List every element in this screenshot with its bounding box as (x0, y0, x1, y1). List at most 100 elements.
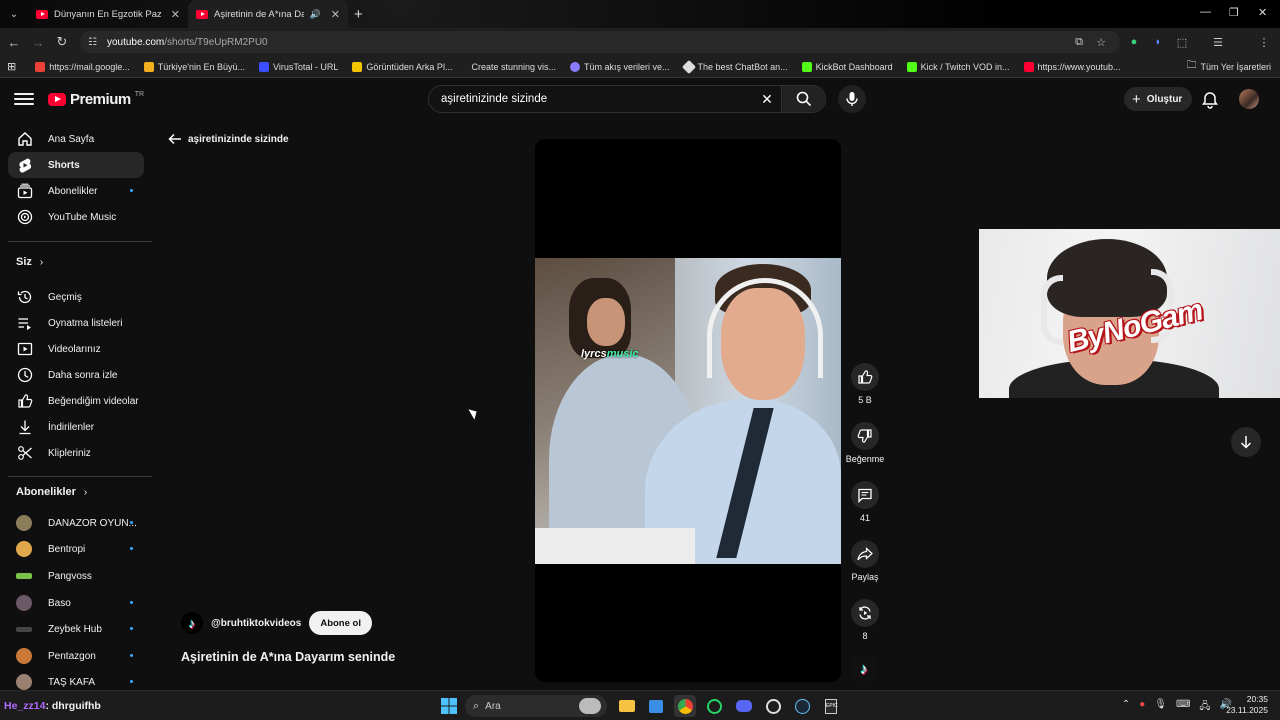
extension-icon[interactable]: ◗ (1150, 34, 1166, 50)
url-host: youtube.com (106, 36, 165, 48)
steam-icon[interactable] (791, 695, 813, 717)
tab-search-dropdown[interactable]: ⌄ (0, 9, 28, 20)
close-window-button[interactable]: ✕ (1258, 6, 1267, 19)
store-icon[interactable] (645, 695, 667, 717)
channel-avatar (16, 515, 32, 531)
tray-app-icon[interactable]: ● (1139, 699, 1145, 716)
create-button[interactable]: + Oluştur (1124, 87, 1193, 111)
voice-search-button[interactable] (838, 85, 866, 113)
whatsapp-icon[interactable] (703, 695, 725, 717)
new-tab-button[interactable]: + (354, 6, 363, 23)
subscription-channel[interactable]: Pentazgon (8, 643, 144, 669)
tab-1[interactable]: Dünyanın En Egzotik Pazarı! Pe ✕ (28, 0, 188, 28)
reload-icon[interactable]: ↻ (50, 30, 74, 54)
sidebar-item-subscriptions[interactable]: Abonelikler (8, 178, 144, 204)
browser-menu-icon[interactable]: ⋮ (1256, 34, 1272, 50)
close-tab-icon[interactable]: ✕ (171, 8, 180, 21)
account-avatar[interactable] (1239, 89, 1259, 109)
sound-source-thumbnail[interactable]: ♪ (851, 656, 877, 682)
subscription-channel[interactable]: Pangvoss (8, 563, 144, 589)
extensions-puzzle-icon[interactable]: ⬚ (1174, 34, 1190, 50)
back-icon[interactable]: ← (2, 30, 26, 54)
notifications-button[interactable] (1200, 90, 1220, 110)
bookmark-item[interactable]: The best ChatBot an... (677, 59, 795, 74)
close-tab-icon[interactable]: ✕ (331, 8, 340, 21)
subscription-channel[interactable]: TAŞ KAFA (8, 669, 144, 690)
bookmark-item[interactable]: https://mail.google... (28, 61, 137, 72)
bookmark-item[interactable]: Türkiye'nin En Büyü... (137, 61, 252, 72)
channel-avatar[interactable]: ♪ (181, 612, 203, 634)
sidebar-item-downloads[interactable]: İndirilenler (8, 414, 144, 440)
sidebar-section-subscriptions[interactable]: Abonelikler › (16, 486, 87, 498)
bookmark-item[interactable]: https://www.youtub... (1017, 61, 1128, 72)
youtube-premium-logo[interactable]: Premium TR (48, 91, 144, 108)
chrome-icon[interactable] (674, 695, 696, 717)
search-box[interactable]: aşiretinizinde sizinde ✕ (428, 85, 826, 113)
next-short-button[interactable] (1231, 427, 1261, 457)
bookmark-item[interactable]: Kick / Twitch VOD in... (900, 61, 1017, 72)
subscription-channel[interactable]: Zeybek Hub (8, 616, 144, 642)
file-explorer-icon[interactable] (616, 695, 638, 717)
keyboard-icon[interactable]: ⌨ (1176, 699, 1190, 716)
search-button[interactable] (781, 86, 825, 112)
hamburger-menu-icon[interactable] (14, 90, 34, 108)
bookmark-item[interactable]: Tüm akış verileri ve... (563, 61, 677, 72)
subscription-channel[interactable]: DANAZOR OYUN... (8, 510, 144, 536)
create-label: Oluştur (1146, 93, 1183, 105)
sidebar-item-history[interactable]: Geçmiş (8, 284, 144, 310)
share-button[interactable] (851, 540, 879, 568)
taskbar-clock[interactable]: 20:35 23.11.2025 (1226, 694, 1268, 716)
audio-playing-icon[interactable]: 🔊 (310, 9, 321, 20)
reading-list-icon[interactable]: ☰ (1210, 34, 1226, 50)
epic-games-icon[interactable]: EPIC (820, 695, 842, 717)
dislike-button[interactable] (851, 422, 879, 450)
shorts-video-player[interactable]: lyrcsmusic (535, 139, 841, 682)
taskbar-search[interactable]: ⌕ Ara (465, 695, 607, 717)
channel-handle[interactable]: @bruhtiktokvideos (211, 618, 301, 629)
bookmark-favicon-icon (570, 61, 580, 72)
sidebar-item-home[interactable]: Ana Sayfa (8, 126, 144, 152)
tab-2[interactable]: Aşiretinin de A*ına Dayarım 🔊 ✕ (188, 0, 348, 28)
back-to-search-button[interactable]: aşiretinizinde sizinde (168, 133, 289, 145)
discord-icon[interactable] (733, 695, 755, 717)
bookmark-item[interactable]: Create stunning vis... (459, 62, 563, 72)
search-input[interactable]: aşiretinizinde sizinde (429, 93, 753, 105)
tray-overflow-icon[interactable]: ⌃ (1122, 699, 1130, 716)
sidebar-item-youtube-music[interactable]: YouTube Music (8, 204, 144, 230)
sidebar-section-you[interactable]: Siz › (16, 256, 43, 268)
obs-icon[interactable] (762, 695, 784, 717)
system-tray: ⌃ ● 🎙 ⌨ 🖧 🔊 (1122, 699, 1232, 716)
address-bar[interactable]: ☷ youtube.com/shorts/T9eUpRM2PU0 (80, 31, 1120, 53)
bookmark-item[interactable]: VirusTotal - URL (252, 61, 345, 72)
bookmark-star-icon[interactable]: ☆ (1093, 34, 1109, 50)
sidebar-item-watch-later[interactable]: Daha sonra izle (8, 362, 144, 388)
subscription-channel[interactable]: Bentropi (8, 536, 144, 562)
remix-button[interactable] (851, 599, 879, 627)
sidebar-item-your-videos[interactable]: Videolarınız (8, 336, 144, 362)
comments-button[interactable] (851, 481, 879, 509)
sidebar-item-shorts[interactable]: Shorts (8, 152, 144, 178)
sidebar-item-liked-videos[interactable]: Beğendiğim videolar (8, 388, 144, 414)
extension-icon[interactable]: ● (1126, 34, 1142, 50)
sidebar-item-playlists[interactable]: Oynatma listeleri (8, 310, 144, 336)
start-button[interactable] (438, 695, 460, 717)
sidebar-item-clips[interactable]: Klipleriniz (8, 440, 144, 466)
browser-tab-strip: ⌄ Dünyanın En Egzotik Pazarı! Pe ✕ Aşire… (0, 0, 1280, 28)
site-info-icon[interactable]: ☷ (88, 37, 97, 48)
microphone-icon[interactable]: 🎙 (1154, 699, 1167, 716)
bookmark-item[interactable]: KickBot Dashboard (795, 61, 900, 72)
subscription-channel[interactable]: Baso (8, 590, 144, 616)
subscribe-button[interactable]: Abone ol (309, 611, 372, 635)
forward-icon[interactable]: → (26, 30, 50, 54)
all-bookmarks-button[interactable]: 🗀 Tüm Yer İşaretleri (1179, 58, 1278, 75)
minimize-button[interactable]: — (1200, 6, 1211, 18)
bookmark-item[interactable]: Görüntüden Arka Pl... (345, 61, 459, 72)
install-app-icon[interactable]: ⧉ (1071, 34, 1087, 50)
maximize-button[interactable]: ❐ (1229, 6, 1239, 19)
network-icon[interactable]: 🖧 (1199, 699, 1210, 716)
like-button[interactable] (851, 363, 879, 391)
apps-grid-icon[interactable]: ⊞ (0, 60, 28, 73)
clear-search-icon[interactable]: ✕ (753, 91, 781, 108)
section-heading: Siz (16, 256, 32, 268)
short-title[interactable]: Aşiretinin de A*ına Dayarım seninde (181, 650, 395, 664)
